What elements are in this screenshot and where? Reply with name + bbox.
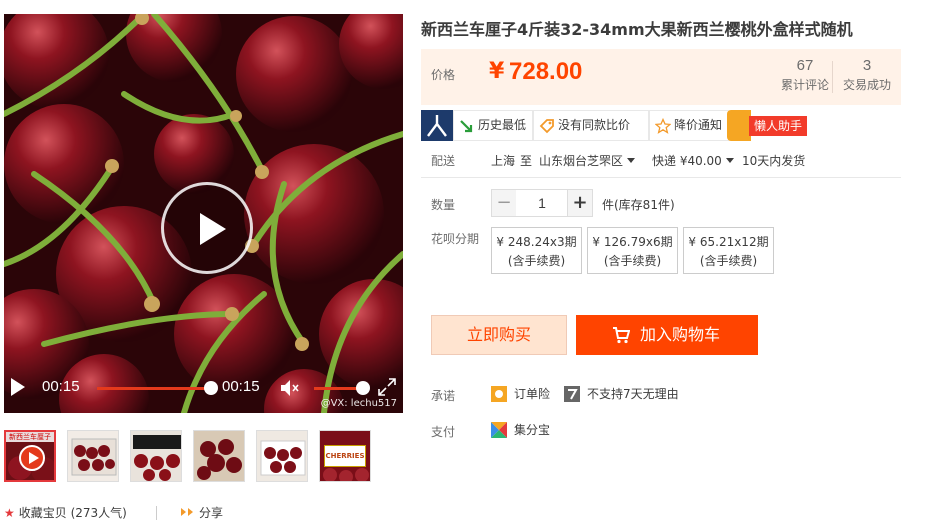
quantity-label: 数量 [431, 198, 456, 212]
share-label: 分享 [199, 506, 224, 520]
installment-fee: (含手续费) [699, 254, 758, 268]
installment-option-6[interactable]: ¥ 126.79x6期 (含手续费) [587, 227, 678, 274]
payment-row: 支付 集分宝 [421, 421, 901, 441]
deals-stat: 3 交易成功 [839, 57, 895, 93]
share-button[interactable]: 分享 [180, 504, 223, 521]
price-panel: 价格 ¥ 728.00 67 累计评论 3 交易成功 [421, 49, 901, 105]
trend-down-icon [460, 120, 473, 133]
video-current-time: 00:15 [42, 378, 80, 395]
volume-icon[interactable] [280, 379, 300, 397]
tag-icon [539, 119, 554, 134]
jifenbao-icon [491, 422, 507, 438]
delivery-label: 配送 [431, 154, 456, 168]
history-low-label: 历史最低 [478, 118, 527, 132]
payment-label: 支付 [431, 425, 456, 439]
video-watermark: @VX: lechu517 [320, 398, 397, 409]
installment-amount: ¥ 248.24x3期 [496, 235, 577, 249]
destination-value: 山东烟台芝罘区 [539, 154, 624, 168]
price-value: 728.00 [509, 58, 583, 85]
stock-info: 件(库存81件) [602, 198, 675, 212]
star-outline-icon [655, 118, 671, 134]
price-alert-label: 降价通知 [674, 118, 723, 132]
compare-label: 没有同款比价 [558, 118, 631, 132]
compare-button[interactable]: 没有同款比价 [533, 110, 649, 141]
promise-label: 承诺 [431, 389, 456, 403]
ship-from: 上海 [491, 154, 516, 168]
volume-handle[interactable] [356, 381, 370, 395]
fullscreen-icon[interactable] [376, 376, 398, 398]
shipping-select[interactable]: 快递 ¥40.00 [652, 152, 734, 169]
thumb-image-1[interactable] [67, 430, 119, 482]
installment-fee: (含手续费) [603, 254, 662, 268]
installment-option-3[interactable]: ¥ 248.24x3期 (含手续费) [491, 227, 582, 274]
quantity-increase-button[interactable]: + [567, 189, 593, 217]
add-to-cart-label: 加入购物车 [640, 325, 721, 344]
reviews-stat[interactable]: 67 累计评论 [773, 57, 837, 93]
deals-count: 3 [862, 57, 872, 74]
ship-time: 10天内发货 [742, 154, 806, 168]
price-tool-logo-icon[interactable] [421, 110, 453, 141]
product-video[interactable]: 00:15 00:15 @VX: lechu517 [4, 14, 403, 413]
thumb-image-4[interactable] [256, 430, 308, 482]
collect-button[interactable]: ★ 收藏宝贝 (273人气) [4, 504, 127, 521]
helper-label: 懒人助手 [749, 116, 808, 136]
price-label: 价格 [431, 68, 456, 82]
installment-amount: ¥ 65.21x12期 [688, 235, 769, 249]
thumb-image-2[interactable] [130, 430, 182, 482]
quantity-input[interactable] [516, 189, 568, 217]
helper-mascot-icon [727, 110, 751, 141]
insurance-icon [491, 386, 507, 402]
star-icon: ★ [4, 506, 15, 520]
installment-label: 花呗分期 [431, 232, 480, 246]
chevron-down-icon [627, 158, 636, 163]
video-play-overlay-button[interactable] [161, 182, 253, 274]
divider [832, 61, 833, 93]
share-icon [181, 508, 193, 516]
promise-row: 承诺 订单险 不支持7天无理由 [421, 385, 901, 405]
thumb-image-3[interactable] [193, 430, 245, 482]
price-currency: ¥ [489, 59, 505, 84]
reviews-count: 67 [796, 57, 814, 74]
divider [156, 506, 157, 520]
product-title: 新西兰车厘子4斤装32-34mm大果新西兰樱桃外盒样式随机 [421, 20, 853, 39]
volume-slider[interactable] [314, 387, 360, 390]
thumb-cherries-sign: CHERRIES [324, 445, 366, 467]
delivery-row: 配送 上海 至 山东烟台芝罘区 快递 ¥40.00 10天内发货 [421, 152, 901, 178]
video-progress-handle[interactable] [204, 381, 218, 395]
thumb-image-5[interactable]: CHERRIES [319, 430, 371, 482]
quantity-row: 数量 − + 件(库存81件) [421, 189, 901, 219]
destination-select[interactable]: 山东烟台芝罘区 [539, 152, 636, 169]
price-tools: 历史最低 没有同款比价 降价通知 懒人助手 [421, 110, 901, 142]
ship-to-word: 至 [520, 154, 533, 168]
seven-day-icon [564, 386, 580, 402]
video-progress-bar[interactable] [97, 387, 211, 390]
promise-item-1: 订单险 [514, 387, 551, 401]
installment-amount: ¥ 126.79x6期 [592, 235, 673, 249]
video-total-time: 00:15 [222, 378, 260, 395]
collect-label: 收藏宝贝 (273人气) [18, 506, 127, 520]
deals-label: 交易成功 [842, 78, 891, 92]
history-low-button[interactable]: 历史最低 [453, 110, 533, 141]
price-alert-button[interactable]: 降价通知 [649, 110, 729, 141]
installment-row: 花呗分期 ¥ 248.24x3期 (含手续费) ¥ 126.79x6期 (含手续… [421, 227, 901, 275]
add-to-cart-button[interactable]: 加入购物车 [576, 315, 758, 355]
payment-method: 集分宝 [514, 423, 551, 437]
installment-option-12[interactable]: ¥ 65.21x12期 (含手续费) [683, 227, 774, 274]
play-icon[interactable] [11, 378, 25, 396]
chevron-down-icon [725, 158, 734, 163]
quantity-decrease-button[interactable]: − [491, 189, 517, 217]
thumb-video-label: 新西兰车厘子 [6, 432, 54, 442]
cart-icon [613, 327, 630, 344]
shipping-value: 快递 ¥40.00 [652, 154, 722, 168]
buy-now-button[interactable]: 立即购买 [431, 315, 567, 355]
thumb-video[interactable]: 新西兰车厘子 [4, 430, 56, 482]
play-icon [19, 445, 45, 471]
reviews-label: 累计评论 [780, 78, 829, 92]
promise-item-2: 不支持7天无理由 [587, 387, 679, 401]
installment-fee: (含手续费) [507, 254, 566, 268]
